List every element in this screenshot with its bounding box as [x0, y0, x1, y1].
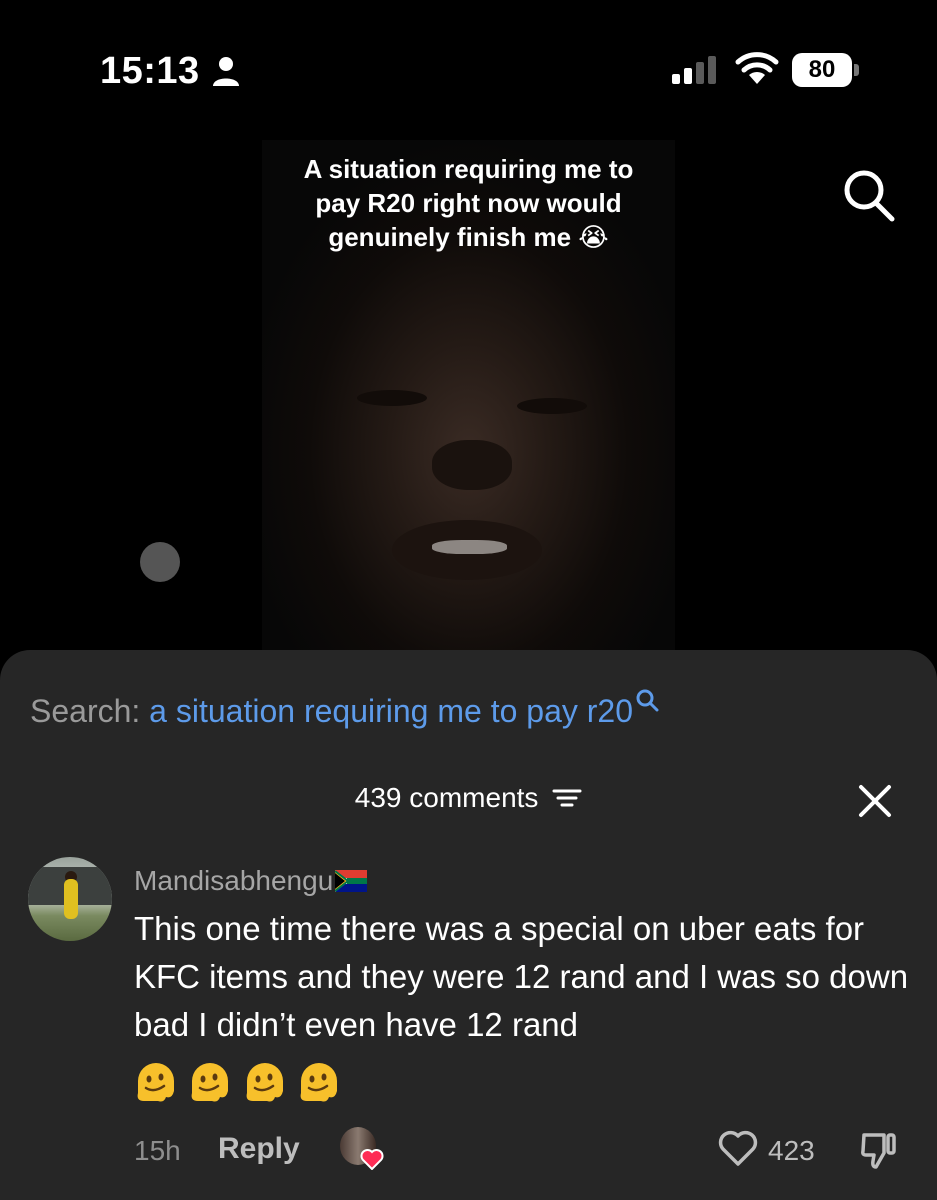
- search-suggestion[interactable]: Search: a situation requiring me to pay …: [30, 688, 659, 730]
- battery-tip: [854, 64, 859, 76]
- reply-button[interactable]: Reply: [218, 1132, 300, 1166]
- melting-face-icon: [300, 1063, 338, 1102]
- comments-count: 439 comments: [354, 781, 539, 813]
- comment-username[interactable]: Mandisabhengu: [134, 865, 368, 897]
- video-frame-shadow: [357, 390, 427, 406]
- search-small-icon: [636, 689, 659, 712]
- comment-item: Mandisabhengu This one time there was a …: [0, 855, 937, 1200]
- heart-badge-icon: [360, 1149, 384, 1170]
- south-africa-flag-icon: [335, 870, 368, 892]
- person-icon: [213, 57, 239, 86]
- caption-line: genuinely finish me 😭: [328, 222, 609, 252]
- search-icon[interactable]: [838, 164, 900, 226]
- comment-emojis: [134, 1061, 347, 1109]
- avatar[interactable]: [28, 857, 112, 941]
- video-caption: A situation requiring me to pay R20 righ…: [262, 152, 675, 254]
- caption-line: A situation requiring me to: [303, 154, 634, 184]
- melting-face-icon: [137, 1063, 174, 1102]
- close-icon[interactable]: [858, 784, 892, 818]
- status-bar: 15:13 80: [0, 0, 937, 140]
- battery-icon: 80: [792, 53, 860, 87]
- search-prefix: Search:: [30, 693, 141, 729]
- battery-level: 80: [792, 53, 852, 87]
- signal-icon: [672, 56, 716, 84]
- status-time: 15:13: [100, 50, 200, 92]
- comments-header: 439 comments: [0, 780, 937, 820]
- heart-like-icon[interactable]: [718, 1129, 758, 1167]
- sort-filter-icon[interactable]: [552, 786, 582, 810]
- username-text: Mandisabhengu: [134, 865, 334, 896]
- search-query-link[interactable]: a situation requiring me to pay r20: [149, 693, 633, 729]
- video-frame-shadow: [432, 540, 507, 554]
- video-frame-shadow: [432, 440, 512, 490]
- avatar-figure: [64, 879, 78, 919]
- wifi-icon: [735, 52, 779, 84]
- caption-line: pay R20 right now would: [315, 188, 622, 218]
- melting-face-icon: [246, 1063, 283, 1102]
- comments-sheet: Search: a situation requiring me to pay …: [0, 650, 937, 1200]
- comment-text: This one time there was a special on ube…: [134, 910, 909, 1043]
- like-count: 423: [768, 1135, 815, 1166]
- thumbs-down-icon[interactable]: [858, 1129, 900, 1171]
- melting-face-icon: [192, 1063, 229, 1102]
- comment-time: 15h: [134, 1135, 181, 1166]
- video-player[interactable]: A situation requiring me to pay R20 righ…: [262, 140, 675, 660]
- next-comment-avatar[interactable]: [140, 542, 180, 582]
- video-frame-shadow: [517, 398, 587, 414]
